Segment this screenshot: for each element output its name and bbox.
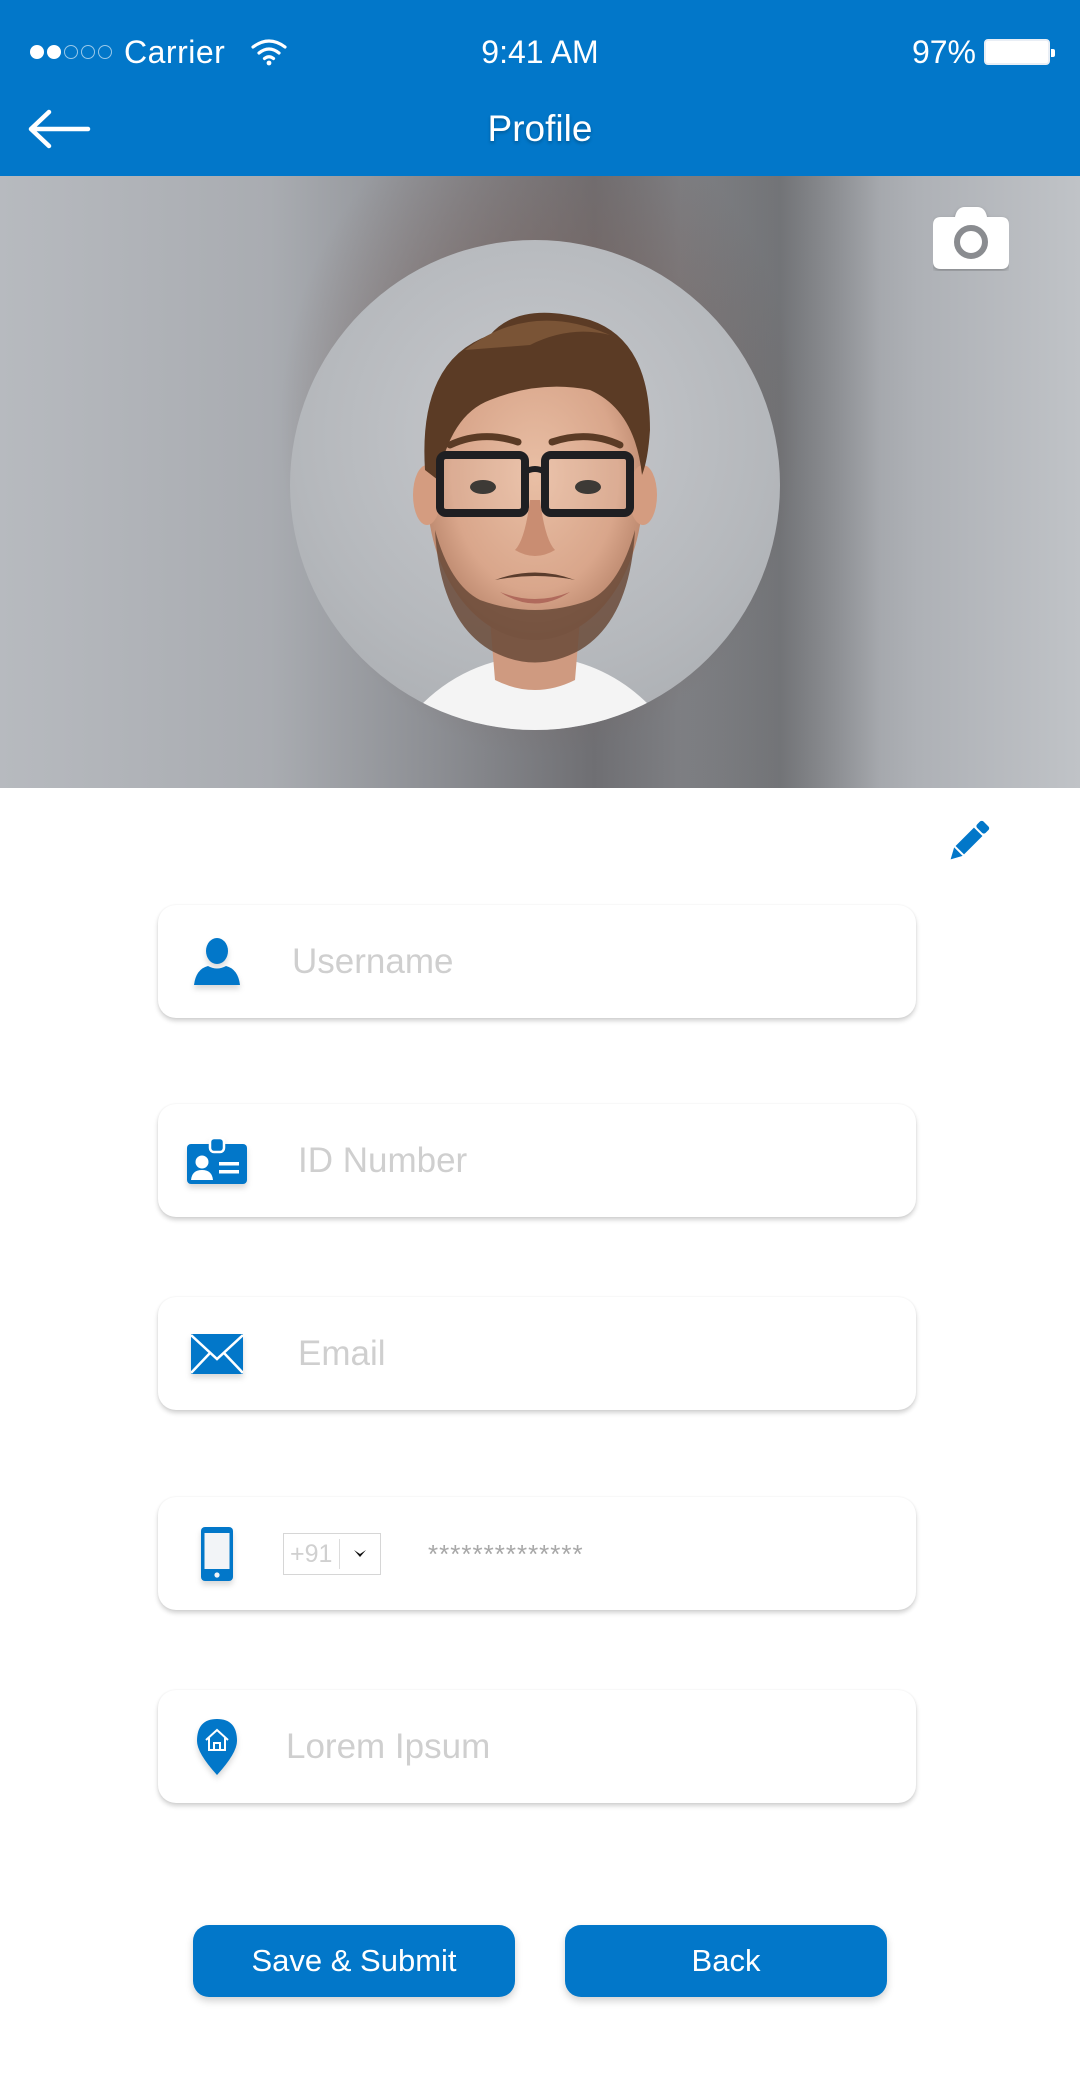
pencil-icon[interactable]: [943, 815, 995, 867]
username-field: [158, 905, 916, 1018]
avatar[interactable]: [290, 240, 780, 730]
location-home-pin-icon: [186, 1716, 248, 1778]
app-header: Carrier 9:41 AM 97% Profile: [0, 0, 1080, 176]
back-arrow-icon[interactable]: [26, 104, 96, 154]
email-input[interactable]: [298, 1319, 888, 1389]
address-field: [158, 1690, 916, 1803]
address-input[interactable]: [286, 1712, 876, 1782]
id-number-input[interactable]: [298, 1126, 888, 1196]
page-title-text: Profile: [487, 108, 593, 149]
profile-cover: [0, 176, 1080, 788]
user-icon: [186, 931, 248, 993]
battery-percent: 97%: [911, 33, 976, 70]
id-card-icon: [186, 1130, 248, 1192]
page-title: Profile: [0, 108, 1080, 150]
phone-number-input[interactable]: [428, 1519, 1018, 1589]
camera-icon[interactable]: [933, 205, 1009, 271]
chevron-down-icon: [340, 1549, 380, 1559]
phone-field: +91: [158, 1497, 1018, 1610]
mobile-phone-icon: [186, 1523, 248, 1585]
email-field: [158, 1297, 916, 1410]
country-code-dropdown[interactable]: +91: [283, 1533, 381, 1575]
save-submit-button[interactable]: Save & Submit: [193, 1925, 515, 1997]
status-bar-right: 97%: [911, 30, 1055, 74]
envelope-icon: [186, 1323, 248, 1385]
id-number-field: [158, 1104, 916, 1217]
avatar-photo: [400, 312, 670, 730]
battery-icon: [984, 39, 1055, 65]
country-code-value: +91: [284, 1539, 340, 1569]
username-input[interactable]: [292, 927, 882, 997]
back-button[interactable]: Back: [565, 1925, 887, 1997]
